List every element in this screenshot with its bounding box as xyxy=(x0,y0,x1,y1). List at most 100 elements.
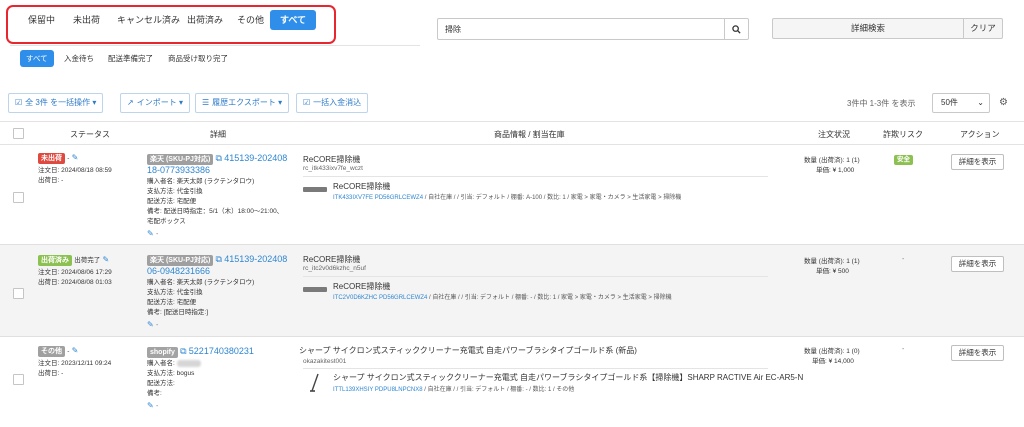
product-title: シャープ サイクロン式スティッククリーナー充電式 自走パワーブラシタイプゴールド… xyxy=(299,346,637,355)
row-checkbox[interactable] xyxy=(13,288,24,299)
order-id-link[interactable]: 415139-202408 xyxy=(224,153,287,163)
header-order-status: 注文状況 xyxy=(818,130,850,139)
product-code-link[interactable]: PD56GRLCEWZ4 xyxy=(379,295,427,301)
product-code-link[interactable]: PD56GRLCEWZ4 xyxy=(375,195,423,201)
fraud-risk: - xyxy=(902,346,905,353)
tab-unshipped[interactable]: 未出荷 xyxy=(73,10,100,30)
search-button[interactable] xyxy=(724,19,748,39)
list-icon: ☰ xyxy=(202,98,210,107)
edit-pencil-icon[interactable]: ✎ xyxy=(72,153,79,162)
product-code-link[interactable]: PDPU8LNPCNX8 xyxy=(375,387,423,393)
product-code: rc_itk433ixv7fe_wczt xyxy=(303,165,363,172)
ship-date: 出荷日: 2024/08/08 01:03 xyxy=(38,279,112,286)
caret-down-icon: ▾ xyxy=(92,98,97,107)
divider xyxy=(10,45,420,46)
tab-other[interactable]: その他 xyxy=(237,10,264,30)
shipping-method: 配送方法: 宅配便 xyxy=(147,299,197,306)
stock-code-link[interactable]: ITK433IXV7FE xyxy=(333,195,373,201)
select-all-checkbox[interactable] xyxy=(13,128,24,139)
checkbox-icon: ☑ xyxy=(15,98,23,107)
external-link-icon[interactable]: ⧉ xyxy=(216,153,222,163)
row-checkbox[interactable] xyxy=(13,192,24,203)
header-status: ステータス xyxy=(70,130,110,139)
bulk-payment-button[interactable]: ☑ 一括入金消込 xyxy=(296,93,369,113)
table-header: ステータス 詳細 商品情報 / 割当在庫 注文状況 詐欺リスク アクション xyxy=(0,121,1024,145)
status-badge: 未出荷 xyxy=(38,153,65,164)
status-cell: 未出荷 - ✎ xyxy=(38,153,78,164)
unit-price: 単価: ¥ 14,000 xyxy=(812,358,854,365)
tab-all[interactable]: すべて xyxy=(270,10,317,30)
search-box xyxy=(437,18,749,40)
subtab-all[interactable]: すべて xyxy=(20,50,54,67)
buyer-name: 購入者名: 楽天太郎 (ラクテンタロウ) xyxy=(147,279,255,286)
divider xyxy=(303,276,768,277)
payment-method: 支払方法: 代金引換 xyxy=(147,289,203,296)
product-title: ReCORE掃除機 xyxy=(303,255,361,264)
stock-info: ITTL139XHSIY PDPU8LNPCNX8 / 自社在庫 / / 引当:… xyxy=(333,387,575,393)
view-detail-button[interactable]: 詳細を表示 xyxy=(951,256,1004,272)
blurred-name xyxy=(176,359,201,367)
shop-badge: 楽天 (SKU-PJ対応) xyxy=(147,255,214,266)
note: 備考: 配送日時指定：5/1（木）18:00～21:00、 xyxy=(147,208,284,215)
ship-date: 出荷日: - xyxy=(38,177,64,184)
advanced-search-button[interactable]: 詳細検索 xyxy=(772,18,964,39)
status-cell: その他 - ✎ xyxy=(38,346,78,357)
tab-cancelled[interactable]: キャンセル済み xyxy=(117,10,180,30)
subtab-ready-to-ship[interactable]: 配送準備完了 xyxy=(108,50,153,67)
edit-pencil-icon[interactable]: ✎ xyxy=(102,255,109,264)
subtab-awaiting-payment[interactable]: 入金待ち xyxy=(64,50,94,67)
fraud-risk: - xyxy=(902,256,905,263)
order-id-link-2[interactable]: 18-0773933386 xyxy=(147,165,210,175)
note-cont: 宅配ボックス xyxy=(147,218,186,225)
edit-note-icon[interactable]: ✎ - xyxy=(147,320,158,329)
caret-down-icon: ▾ xyxy=(178,98,183,107)
external-link-icon[interactable]: ⧉ xyxy=(216,254,222,264)
shop-badge: 楽天 (SKU-PJ対応) xyxy=(147,154,214,165)
product-code: okazakitest001 xyxy=(303,358,347,365)
edit-note-icon[interactable]: ✎ - xyxy=(147,229,158,238)
order-id-link[interactable]: 415139-202408 xyxy=(224,254,287,264)
subtab-received[interactable]: 商品受け取り完了 xyxy=(168,50,228,67)
payment-method: 支払方法: bogus xyxy=(147,370,195,377)
product-image xyxy=(310,373,319,392)
quantity: 数量 (出荷済): 1 (0) xyxy=(804,348,860,355)
detail-header: 楽天 (SKU-PJ対応) ⧉ 415139-202408 xyxy=(147,254,287,266)
order-date: 注文日: 2024/08/06 17:29 xyxy=(38,269,112,276)
per-page-select[interactable]: 50件 ⌄ xyxy=(932,93,990,113)
order-date: 注文日: 2024/08/18 08:59 xyxy=(38,167,112,174)
detail-header: 楽天 (SKU-PJ対応) ⧉ 415139-202408 xyxy=(147,153,287,165)
product-code: rc_itc2v0d6kzhc_n5uf xyxy=(303,265,366,272)
export-history-button[interactable]: ☰ 履歴エクスポート ▾ xyxy=(195,93,290,113)
divider xyxy=(303,176,768,177)
order-id-link[interactable]: 5221740380231 xyxy=(189,346,254,356)
search-icon xyxy=(732,24,741,34)
edit-pencil-icon[interactable]: ✎ xyxy=(72,346,79,355)
result-count: 3件中 1-3件 を表示 xyxy=(847,99,916,108)
import-button[interactable]: ↗ インポート ▾ xyxy=(120,93,190,113)
shop-badge: shopify xyxy=(147,347,178,358)
stock-title: シャープ サイクロン式スティッククリーナー充電式 自走パワーブラシタイプゴールド… xyxy=(333,373,804,382)
search-input[interactable] xyxy=(438,19,725,39)
external-link-icon[interactable]: ⧉ xyxy=(180,346,186,356)
fraud-risk-badge: 安全 xyxy=(894,155,913,165)
product-image xyxy=(303,187,327,192)
unit-price: 単価: ¥ 1,000 xyxy=(816,167,855,174)
stock-code-link[interactable]: ITTL139XHSIY xyxy=(333,387,373,393)
product-title: ReCORE掃除機 xyxy=(303,155,361,164)
note: 備考: xyxy=(147,390,162,397)
table-row: その他 - ✎ 注文日: 2023/12/11 09:24 出荷日: - sho… xyxy=(0,337,1024,427)
stock-code-link[interactable]: ITC2V0D6KZHC xyxy=(333,295,377,301)
row-checkbox[interactable] xyxy=(13,374,24,385)
gear-icon[interactable]: ⚙ xyxy=(999,97,1008,108)
clear-button[interactable]: クリア xyxy=(963,18,1003,39)
tab-pending[interactable]: 保留中 xyxy=(28,10,55,30)
shipping-method: 配送方法: xyxy=(147,380,175,387)
view-detail-button[interactable]: 詳細を表示 xyxy=(951,345,1004,361)
view-detail-button[interactable]: 詳細を表示 xyxy=(951,154,1004,170)
order-id-link-2[interactable]: 06-0948231666 xyxy=(147,266,210,276)
unit-price: 単価: ¥ 500 xyxy=(816,268,849,275)
quantity: 数量 (出荷済): 1 (1) xyxy=(804,258,860,265)
tab-shipped[interactable]: 出荷済み xyxy=(187,10,223,30)
bulk-action-button[interactable]: ☑ 全 3件 を一括操作 ▾ xyxy=(8,93,104,113)
edit-note-icon[interactable]: ✎ - xyxy=(147,401,158,410)
